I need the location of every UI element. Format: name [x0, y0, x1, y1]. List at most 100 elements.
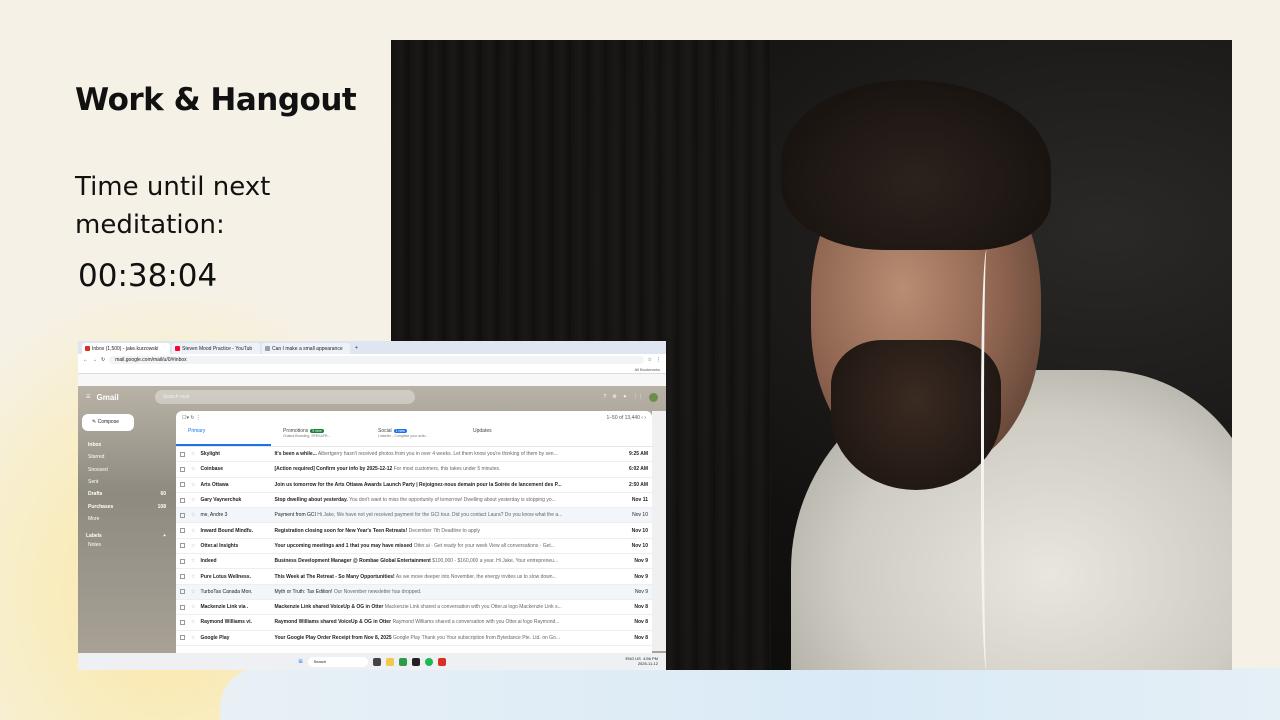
row-checkbox[interactable]: [180, 543, 185, 549]
star-icon[interactable]: ☆: [191, 512, 195, 518]
email-sender: Skylight: [200, 451, 220, 458]
tab-promotions[interactable]: Promotions 9 new Chakra Branding, SPEKAFR.…: [271, 425, 366, 446]
system-clock[interactable]: ENG US 4:56 PM 2025-11-12: [626, 656, 658, 666]
gemini-icon[interactable]: ✦: [623, 394, 627, 400]
all-bookmarks-link[interactable]: All Bookmarks: [634, 366, 660, 373]
email-row[interactable]: ☆ Google Play Your Google Play Order Recei…: [176, 631, 652, 646]
email-row[interactable]: ☆ Coinbase [Action required] Confirm your …: [176, 462, 652, 478]
star-icon[interactable]: ☆: [191, 528, 195, 534]
chrome-profile-icon[interactable]: [437, 657, 446, 666]
email-date: 6:02 AM: [629, 466, 648, 473]
star-icon[interactable]: ☆: [191, 466, 195, 472]
add-label-icon[interactable]: +: [163, 533, 166, 539]
email-row[interactable]: ☆ Skylight It's been a while... Albertgerr…: [176, 447, 652, 463]
app-icon[interactable]: [411, 657, 420, 666]
tab-primary[interactable]: Primary: [176, 425, 271, 446]
email-row[interactable]: ☆ Mackenzie Link via . Mackenzie Link shar…: [176, 600, 652, 616]
sidebar-item-purchases[interactable]: Purchases 108: [78, 500, 174, 512]
reload-icon[interactable]: ↻: [101, 357, 105, 363]
star-icon[interactable]: ☆: [191, 604, 195, 610]
chrome-icon[interactable]: [398, 657, 407, 666]
row-checkbox[interactable]: [180, 528, 185, 534]
email-row[interactable]: ☆ Indeed Business Development Manager @ Ro…: [176, 554, 652, 570]
tab-updates[interactable]: Updates: [461, 425, 556, 446]
browser-tab-gmail[interactable]: Inbox (1,500) - jake.kurzowski: [82, 343, 170, 354]
more-icon[interactable]: ⋮: [196, 415, 201, 421]
select-all-checkbox[interactable]: ☐▾: [182, 415, 189, 421]
star-icon[interactable]: ☆: [191, 574, 195, 580]
email-subject: Registration closing soon for New Year's…: [274, 527, 481, 534]
tab-social[interactable]: Social 1 new LinkedIn - Complete your acti…: [366, 425, 461, 446]
sidebar-item-inbox[interactable]: Inbox: [78, 439, 174, 451]
browser-tab-youtube[interactable]: Steven Mood Practice - YouTub: [172, 343, 260, 354]
back-icon[interactable]: ←: [83, 357, 88, 363]
email-row[interactable]: ☆ Raymond Williams vi. Raymond Williams sh…: [176, 615, 652, 631]
email-row[interactable]: ☆ Otter.ai Insights Your upcoming meetings…: [176, 539, 652, 555]
email-row[interactable]: ☆ Arts Ottawa Join us tomorrow for the Art…: [176, 478, 652, 493]
email-row[interactable]: ☆ Inward Bound Mindfu. Registration closin…: [176, 523, 652, 539]
refresh-icon[interactable]: ↻: [190, 415, 194, 421]
row-checkbox[interactable]: [180, 482, 185, 488]
taskbar-search[interactable]: Search: [307, 656, 368, 667]
email-row[interactable]: ☆ TurboTax Canada Mon. Myth or Truth: Tax …: [176, 584, 652, 600]
row-checkbox[interactable]: [180, 604, 185, 610]
prev-page-icon[interactable]: ‹: [641, 415, 643, 421]
email-snippet: Our November newsletter has dropped.: [333, 588, 422, 595]
row-checkbox[interactable]: [180, 497, 185, 503]
email-snippet: Hi Jake, We have not yet received paymen…: [317, 512, 563, 519]
email-row[interactable]: ☆ Gary Vaynerchuk Stop dwelling about yest…: [176, 493, 652, 509]
file-explorer-icon[interactable]: [385, 657, 394, 666]
sidebar-item-more[interactable]: More: [78, 513, 174, 525]
help-icon[interactable]: ?: [604, 394, 607, 400]
background-blue-band: [220, 668, 1280, 720]
row-checkbox[interactable]: [180, 574, 185, 580]
row-checkbox[interactable]: [180, 635, 185, 641]
email-sender: Arts Ottawa: [200, 481, 229, 488]
sidebar-item-sent[interactable]: Sent: [78, 476, 174, 488]
gear-icon[interactable]: ⚙: [612, 394, 616, 400]
task-view-icon[interactable]: [372, 657, 381, 666]
email-date: Nov 8: [634, 604, 648, 611]
clock-date: 2025-11-12: [637, 661, 658, 666]
email-subject: Myth or Truth: Tax Edition! Our November…: [274, 588, 422, 595]
sidebar-item-drafts[interactable]: Drafts 60: [78, 488, 174, 500]
hamburger-icon[interactable]: ☰: [86, 394, 90, 400]
sidebar-item-starred[interactable]: Starred: [78, 451, 174, 463]
star-icon[interactable]: ☆: [191, 558, 195, 564]
star-icon[interactable]: ☆: [191, 497, 195, 503]
email-sender: Gary Vaynerchuk: [200, 497, 242, 504]
compose-button[interactable]: ✎ Compose: [82, 414, 134, 431]
star-icon[interactable]: ☆: [191, 619, 195, 625]
star-icon[interactable]: ☆: [191, 482, 195, 488]
star-icon[interactable]: ☆: [191, 451, 195, 457]
next-page-icon[interactable]: ›: [644, 415, 646, 421]
timer-label: Time until next meditation:: [75, 172, 271, 240]
spotify-icon[interactable]: [424, 657, 433, 666]
new-tab-button[interactable]: +: [355, 343, 358, 354]
star-icon[interactable]: ☆: [191, 589, 195, 595]
search-input[interactable]: Search mail: [154, 390, 415, 404]
star-icon[interactable]: ☆: [191, 635, 195, 641]
row-checkbox[interactable]: [180, 558, 185, 564]
email-row[interactable]: ☆ me, Andre 3 Payment from GCI Hi Jake, We…: [176, 508, 652, 524]
email-date: Nov 8: [634, 619, 648, 626]
sidebar-item-snoozed[interactable]: Snoozed: [78, 464, 174, 476]
forward-icon[interactable]: →: [92, 357, 97, 363]
row-checkbox[interactable]: [180, 466, 185, 472]
row-checkbox[interactable]: [180, 512, 185, 518]
address-bar[interactable]: mail.google.com/mail/u/0/#inbox: [109, 356, 644, 364]
avatar[interactable]: [649, 392, 658, 402]
row-checkbox[interactable]: [180, 451, 185, 457]
row-checkbox[interactable]: [180, 589, 185, 595]
sidebar-item-notes[interactable]: Notes: [78, 539, 174, 551]
gmail-app: ☰ Gmail Search mail ? ⚙ ✦ ⋮⋮ ✎ Compose I…: [78, 386, 666, 653]
star-icon[interactable]: ☆: [191, 543, 195, 549]
windows-start-icon[interactable]: ⊞: [298, 659, 302, 665]
email-row[interactable]: ☆ Pure Lotus Wellness. This Week at The Re…: [176, 569, 652, 585]
email-sender: Raymond Williams vi.: [200, 619, 252, 626]
browser-tab-doc[interactable]: Can I make a small appearance: [262, 343, 350, 354]
star-icon[interactable]: ☆: [648, 357, 652, 363]
menu-icon[interactable]: ⋮: [656, 357, 661, 363]
apps-grid-icon[interactable]: ⋮⋮: [633, 394, 643, 400]
row-checkbox[interactable]: [180, 619, 185, 625]
